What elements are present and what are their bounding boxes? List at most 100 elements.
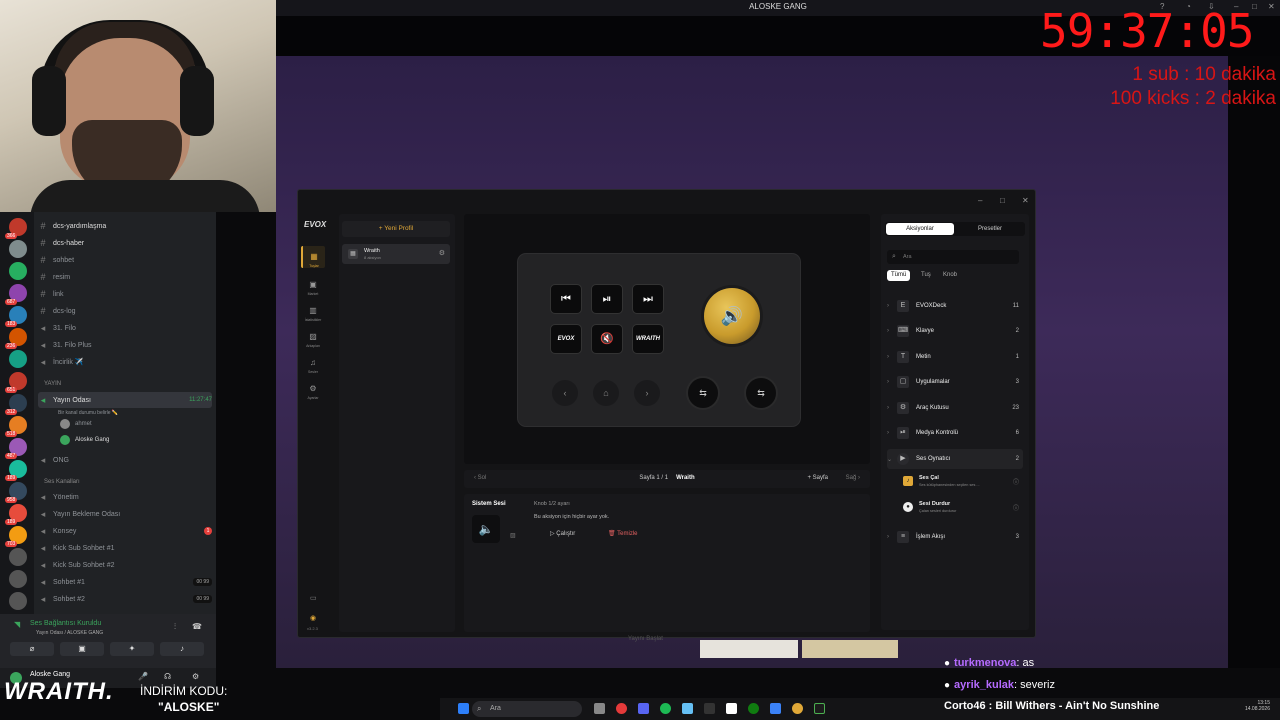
- channel-item[interactable]: # dcs-haber: [38, 235, 212, 251]
- activities-button[interactable]: ✦: [110, 642, 154, 656]
- channel-item[interactable]: ◂ İncirlik ✈️: [38, 354, 212, 370]
- channel-item[interactable]: # sohbet: [38, 252, 212, 268]
- category-medya-kontrolu[interactable]: › ⏯ Medya Kontrolü 6: [887, 423, 1023, 443]
- filter-key[interactable]: Tuş: [917, 270, 935, 281]
- info-icon[interactable]: ⓘ: [1013, 477, 1019, 486]
- add-page-button[interactable]: + Sayfa: [807, 475, 828, 481]
- tab-presets[interactable]: Presetler: [956, 223, 1024, 235]
- close-icon[interactable]: ✕: [1268, 2, 1275, 11]
- channel-item[interactable]: # dcs-yardımlaşma: [38, 218, 212, 234]
- category-uygulamalar[interactable]: › ▢ Uygulamalar 3: [887, 372, 1023, 392]
- gear-icon[interactable]: ⚙: [439, 249, 445, 257]
- rail-item-tuslar[interactable]: ▦ Tuşlar: [301, 246, 325, 268]
- action-sesi-durdur[interactable]: ● Sesi Durdur Çalan sesleri durdurur ⓘ: [901, 497, 1023, 519]
- search-input[interactable]: ⌕ Ara: [887, 250, 1019, 264]
- file-explorer-icon[interactable]: [594, 703, 605, 714]
- server-icon[interactable]: 189: [5, 460, 27, 481]
- server-icon[interactable]: 183: [5, 306, 27, 327]
- evox-taskbar-icon[interactable]: [814, 703, 825, 714]
- server-icon[interactable]: 651: [5, 372, 27, 393]
- close-icon[interactable]: ✕: [1022, 196, 1029, 205]
- channel-item[interactable]: # link: [38, 286, 212, 302]
- channel-item[interactable]: # resim: [38, 269, 212, 285]
- soundboard-button[interactable]: ♪: [160, 642, 204, 656]
- noise-suppression-icon[interactable]: ⫶: [174, 622, 176, 632]
- rail-item-market[interactable]: ▣ Market: [301, 274, 325, 296]
- server-icon[interactable]: [9, 570, 27, 588]
- run-button[interactable]: ▷ Çalıştır: [550, 530, 575, 537]
- voice-user[interactable]: Aloske Gang: [38, 432, 212, 448]
- server-icon[interactable]: 518: [5, 416, 27, 437]
- key-previous[interactable]: ⏮: [550, 284, 582, 314]
- key-evox[interactable]: EVOX: [550, 324, 582, 354]
- xbox-icon[interactable]: [748, 703, 759, 714]
- profile-item-wraith[interactable]: ▦ Wraith 8 aksiyon ⚙: [342, 244, 450, 264]
- server-icon[interactable]: 958: [5, 482, 27, 503]
- minimize-icon[interactable]: –: [978, 196, 982, 205]
- category-header[interactable]: YAYIN: [44, 381, 61, 387]
- nav-next-button[interactable]: ›: [634, 380, 660, 406]
- channel-item[interactable]: ◂ ONG: [38, 452, 212, 468]
- system-clock[interactable]: 13:15 14.08.2026: [1245, 700, 1270, 712]
- key-play-pause[interactable]: ⏯: [591, 284, 623, 314]
- server-icon[interactable]: 703: [5, 526, 27, 547]
- nav-home-button[interactable]: ⌂: [593, 380, 619, 406]
- voice-channel[interactable]: ◂ Yayın Bekleme Odası: [38, 506, 212, 522]
- server-icon[interactable]: 312: [5, 394, 27, 415]
- rail-item-background[interactable]: ▨ Arkaplan: [301, 326, 325, 348]
- epic-icon[interactable]: [704, 703, 715, 714]
- headphone-icon[interactable]: ☊: [164, 672, 171, 681]
- server-icon[interactable]: 236: [5, 328, 27, 349]
- action-ses-cal[interactable]: ♪ Ses Çal Ses kütüphanesinden seçilen se…: [901, 471, 1023, 493]
- capcut-icon[interactable]: [726, 703, 737, 714]
- voice-channel[interactable]: ◂ Sohbet #1 00 99: [38, 574, 212, 590]
- image-icon[interactable]: ▨: [510, 532, 516, 539]
- category-header[interactable]: Ses Kanalları: [44, 479, 80, 485]
- voice-channel[interactable]: ◂ Kick Sub Sohbet #1: [38, 540, 212, 556]
- filter-knob[interactable]: Knob: [939, 270, 961, 281]
- volume-icon[interactable]: 🔈: [472, 515, 500, 543]
- category-arac-kutusu[interactable]: › ⚙ Araç Kutusu 23: [887, 398, 1023, 418]
- server-icon[interactable]: [9, 350, 27, 368]
- nav-previous-button[interactable]: ‹: [552, 380, 578, 406]
- category-klavye[interactable]: › ⌨ Klavye 2: [887, 321, 1023, 341]
- server-icon[interactable]: 189: [5, 504, 27, 525]
- voice-channel[interactable]: ◂ Kick Sub Sohbet #2: [38, 557, 212, 573]
- category-metin[interactable]: › T Metin 1: [887, 347, 1023, 367]
- key-next[interactable]: ⏭: [632, 284, 664, 314]
- category-islem-akisi[interactable]: › ≡ İşlem Akışı 3: [887, 527, 1023, 547]
- channel-item[interactable]: ◂ 31. Filo: [38, 320, 212, 336]
- voice-user[interactable]: ahmet: [38, 416, 212, 432]
- channel-item[interactable]: ◂ 31. Filo Plus: [38, 337, 212, 353]
- device-icon[interactable]: ▭: [310, 594, 317, 602]
- start-icon[interactable]: [458, 703, 469, 714]
- maximize-icon[interactable]: □: [1000, 196, 1005, 205]
- edge-icon[interactable]: [770, 703, 781, 714]
- knob-2[interactable]: ⇆: [744, 376, 778, 410]
- page-right-button[interactable]: Sağ ›: [846, 475, 860, 481]
- voice-channel[interactable]: ◂ Sohbet #2 00 99: [38, 591, 212, 607]
- server-icon[interactable]: [9, 262, 27, 280]
- disconnect-icon[interactable]: ☎: [192, 622, 202, 631]
- taskbar-search[interactable]: ⌕ Ara: [472, 701, 582, 717]
- server-icon[interactable]: 487: [5, 438, 27, 459]
- channel-item[interactable]: # dcs-log: [38, 303, 212, 319]
- server-icon[interactable]: [9, 240, 27, 258]
- mic-icon[interactable]: 🎤: [138, 672, 148, 681]
- server-icon[interactable]: 366: [5, 218, 27, 239]
- spotify-icon[interactable]: [660, 703, 671, 714]
- new-profile-button[interactable]: + Yeni Profil: [342, 221, 450, 237]
- camera-off-button[interactable]: ⌀: [10, 642, 54, 656]
- rail-item-settings[interactable]: ⚙ Ayarlar: [301, 378, 325, 400]
- rail-item-stats[interactable]: ▥ İstatistikler: [301, 300, 325, 322]
- info-icon[interactable]: ⓘ: [1013, 503, 1019, 512]
- key-mute[interactable]: 🔇: [591, 324, 623, 354]
- key-wraith[interactable]: WRAITH: [632, 324, 664, 354]
- rail-item-sounds[interactable]: ♫ Sesler: [301, 352, 325, 374]
- server-icon[interactable]: [9, 592, 27, 610]
- chrome-icon[interactable]: [792, 703, 803, 714]
- connection-channel[interactable]: Yayın Odası / ALOSKE GANG: [36, 630, 103, 636]
- category-ses-oynatici[interactable]: ⌄ ▶ Ses Oynatıcı 2: [887, 449, 1023, 469]
- filter-all[interactable]: Tümü: [887, 270, 911, 281]
- category-evoxdeck[interactable]: › E EVOXDeck 11: [887, 296, 1023, 316]
